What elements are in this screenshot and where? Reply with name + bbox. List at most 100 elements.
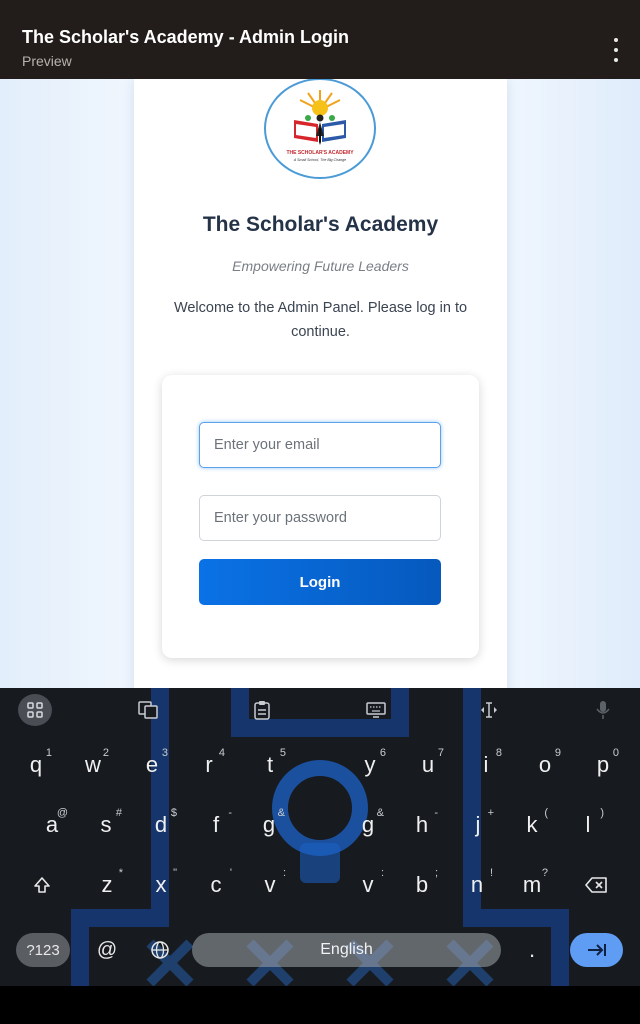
more-vertical-icon[interactable] xyxy=(612,38,620,62)
key-m[interactable]: m? xyxy=(512,863,552,907)
key-hint: ) xyxy=(600,807,604,819)
symbols-key[interactable]: ?123 xyxy=(16,933,70,967)
key-label: w xyxy=(85,752,101,777)
clipboard-icon[interactable] xyxy=(245,695,279,725)
key-hint: 0 xyxy=(612,747,619,759)
key-hint: & xyxy=(376,807,384,819)
text-cursor-icon[interactable] xyxy=(472,695,506,725)
key-hint: : xyxy=(380,867,384,879)
key-l[interactable]: l) xyxy=(568,803,608,847)
key-label: v xyxy=(264,872,276,897)
key-label: f xyxy=(212,812,220,837)
backspace-key[interactable] xyxy=(578,868,614,902)
tagline: Empowering Future Leaders xyxy=(232,258,409,274)
key-k[interactable]: k( xyxy=(512,803,552,847)
enter-key[interactable] xyxy=(570,933,623,967)
screen: The Scholar's Academy - Admin Login Prev… xyxy=(0,0,640,1024)
key-label: b xyxy=(415,872,429,897)
key-z[interactable]: z * xyxy=(87,863,127,907)
key-hint: - xyxy=(434,807,438,819)
key-d[interactable]: d $ xyxy=(141,803,181,847)
key-label: z xyxy=(101,872,113,897)
login-form: Login xyxy=(162,375,479,658)
key-label: c xyxy=(210,872,222,897)
login-panel: THE SCHOLAR'S ACADEMY A Small School, Th… xyxy=(134,79,507,688)
key-hint: @ xyxy=(56,807,68,819)
key-a[interactable]: a @ xyxy=(32,803,72,847)
login-button[interactable]: Login xyxy=(199,559,441,605)
welcome-message: Welcome to the Admin Panel. Please log i… xyxy=(173,300,468,340)
key-label: u xyxy=(421,752,435,777)
key-hint: 1 xyxy=(45,747,52,759)
key-t[interactable]: t5 xyxy=(250,743,290,787)
key-g[interactable]: g & xyxy=(249,803,289,847)
period-key[interactable]: . xyxy=(520,933,544,967)
key-hint: " xyxy=(173,867,177,879)
key-hint: : xyxy=(282,867,286,879)
school-name: The Scholar's Academy xyxy=(202,213,439,236)
key-hint: ( xyxy=(544,807,548,819)
key-label: j xyxy=(475,812,481,837)
key-r[interactable]: r4 xyxy=(189,743,229,787)
key-label: d xyxy=(154,812,168,837)
key-p[interactable]: p0 xyxy=(583,743,623,787)
key-hint: 7 xyxy=(437,747,444,759)
key-q[interactable]: q1 xyxy=(16,743,56,787)
key-label: x xyxy=(155,872,167,897)
email-field[interactable] xyxy=(199,422,441,468)
key-u[interactable]: u7 xyxy=(408,743,448,787)
key-i[interactable]: i8 xyxy=(466,743,506,787)
key-o[interactable]: o9 xyxy=(525,743,565,787)
key-label: l xyxy=(585,812,591,837)
at-key[interactable]: @ xyxy=(92,933,122,967)
school-logo: THE SCHOLAR'S ACADEMY A Small School, Th… xyxy=(264,79,376,179)
key-label: r xyxy=(205,752,213,777)
shift-key[interactable] xyxy=(26,868,58,902)
on-screen-keyboard: q 1 w 2 e 3 r 4 t 5 y 6 u 7 i 8 o 9 p 0 a @ s # d $ f - g & g & h - j + k(l)… xyxy=(0,688,640,986)
keyboard-toolbar xyxy=(0,688,640,732)
space-bar[interactable]: English xyxy=(192,933,501,967)
key-hint: 5 xyxy=(279,747,286,759)
key-hint: & xyxy=(277,807,285,819)
key-h[interactable]: h- xyxy=(402,803,442,847)
globe-icon[interactable] xyxy=(145,933,175,967)
key-hint: ' xyxy=(229,867,232,879)
key-f[interactable]: f- xyxy=(196,803,236,847)
key-label: g xyxy=(262,812,276,837)
svg-text:A Small School, The Big Change: A Small School, The Big Change xyxy=(293,158,346,162)
microphone-icon[interactable] xyxy=(586,695,620,725)
apps-grid-icon[interactable] xyxy=(18,694,52,726)
key-label: t xyxy=(266,752,274,777)
key-e[interactable]: e3 xyxy=(132,743,172,787)
key-label: s xyxy=(100,812,112,837)
password-field[interactable] xyxy=(199,495,441,541)
key-w[interactable]: w2 xyxy=(73,743,113,787)
page-subtitle: Preview xyxy=(22,53,72,69)
key-label: p xyxy=(596,752,610,777)
key-y[interactable]: y6 xyxy=(350,743,390,787)
svg-text:THE SCHOLAR'S ACADEMY: THE SCHOLAR'S ACADEMY xyxy=(286,150,354,156)
key-hint: # xyxy=(115,807,122,819)
key-label: v xyxy=(362,872,374,897)
key-n[interactable]: n! xyxy=(457,863,497,907)
app-bar: The Scholar's Academy - Admin Login Prev… xyxy=(0,0,640,79)
key-hint: 4 xyxy=(218,747,225,759)
key-hint: 9 xyxy=(554,747,561,759)
key-j[interactable]: j + xyxy=(458,803,498,847)
key-x[interactable]: x " xyxy=(141,863,181,907)
page-title: The Scholar's Academy - Admin Login xyxy=(22,27,349,47)
translate-icon[interactable] xyxy=(131,695,165,725)
key-g[interactable]: g & xyxy=(348,803,388,847)
key-v[interactable]: v: xyxy=(250,863,290,907)
key-hint: * xyxy=(118,867,123,879)
key-c[interactable]: c ' xyxy=(196,863,236,907)
key-hint: ? xyxy=(541,867,548,879)
key-v[interactable]: v: xyxy=(348,863,388,907)
key-b[interactable]: b; xyxy=(402,863,442,907)
key-hint: - xyxy=(228,807,232,819)
key-label: q xyxy=(29,752,43,777)
key-s[interactable]: s # xyxy=(86,803,126,847)
key-label: n xyxy=(470,872,484,897)
key-label: k xyxy=(526,812,538,837)
keyboard-icon[interactable] xyxy=(359,695,393,725)
